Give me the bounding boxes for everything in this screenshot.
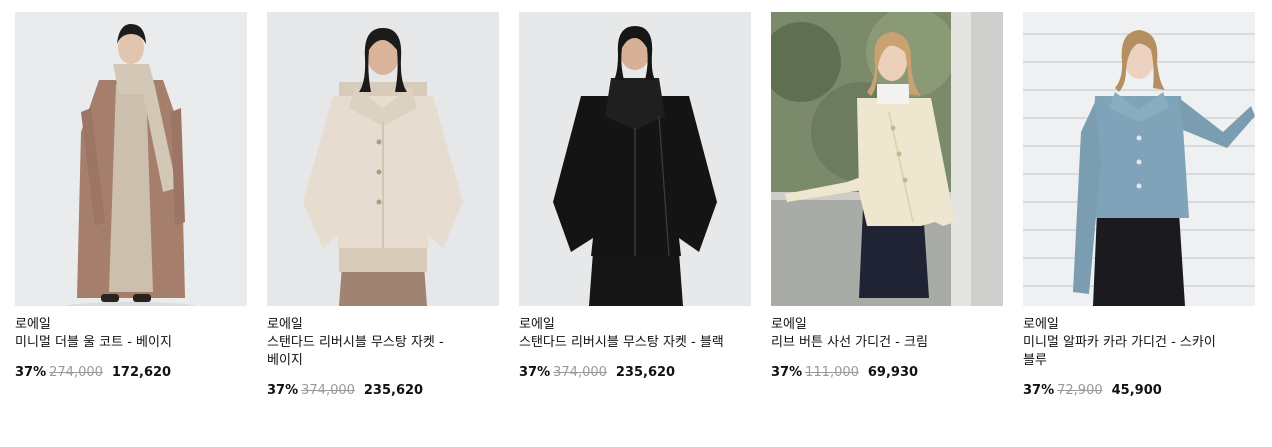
- product-image[interactable]: [267, 12, 499, 306]
- product-brand: 로에일: [15, 317, 51, 332]
- product-image[interactable]: [1023, 12, 1255, 306]
- original-price: 274,000: [49, 365, 103, 380]
- sale-price: 172,620: [111, 365, 172, 380]
- product-image[interactable]: [771, 12, 1003, 306]
- product-name[interactable]: 미니멀 더블 울 코트 - 베이지: [15, 334, 225, 352]
- product-price-row: 37% 72,900 45,900: [1023, 382, 1255, 400]
- sale-price: 235,620: [363, 383, 424, 398]
- product-photo-illustration: [519, 12, 751, 306]
- sale-price: 45,900: [1111, 383, 1162, 398]
- product-photo-illustration: [771, 12, 1003, 306]
- original-price: 374,000: [553, 365, 607, 380]
- product-brand: 로에일: [771, 317, 807, 332]
- sale-price: 69,930: [867, 365, 919, 380]
- product-price-row: 37% 274,000 172,620: [15, 364, 247, 382]
- product-name[interactable]: 스탠다드 리버시블 무스탕 자켓 - 베이지: [267, 334, 477, 370]
- product-card[interactable]: 로에일 스탠다드 리버시블 무스탕 자켓 - 블랙 37% 374,000 235,…: [519, 12, 751, 382]
- product-card[interactable]: 로에일 미니멀 알파카 카라 가디건 - 스카이 블루 37% 72,900 45,…: [1023, 12, 1255, 400]
- product-photo-illustration: [267, 12, 499, 306]
- product-image[interactable]: [15, 12, 247, 306]
- product-brand: 로에일: [267, 317, 303, 332]
- original-price: 111,000: [805, 365, 859, 380]
- discount-rate: 37%: [15, 365, 47, 380]
- discount-rate: 37%: [519, 365, 551, 380]
- product-image[interactable]: [519, 12, 751, 306]
- product-grid: 로에일 미니멀 더블 울 코트 - 베이지 37% 274,000 172,620: [0, 0, 1272, 447]
- product-card[interactable]: 로에일 미니멀 더블 울 코트 - 베이지 37% 274,000 172,620: [15, 12, 247, 382]
- product-price-row: 37% 374,000 235,620: [519, 364, 751, 382]
- product-photo-illustration: [15, 12, 247, 306]
- product-name[interactable]: 리브 버튼 사선 가디건 - 크림: [771, 334, 981, 352]
- product-name[interactable]: 미니멀 알파카 카라 가디건 - 스카이 블루: [1023, 334, 1233, 370]
- product-price-row: 37% 374,000 235,620: [267, 382, 499, 400]
- discount-rate: 37%: [1023, 383, 1055, 398]
- product-photo-illustration: [1023, 12, 1255, 306]
- discount-rate: 37%: [771, 365, 803, 380]
- discount-rate: 37%: [267, 383, 299, 398]
- product-brand: 로에일: [519, 317, 555, 332]
- sale-price: 235,620: [615, 365, 676, 380]
- product-brand: 로에일: [1023, 317, 1059, 332]
- original-price: 374,000: [301, 383, 355, 398]
- original-price: 72,900: [1057, 383, 1103, 398]
- product-card[interactable]: 로에일 리브 버튼 사선 가디건 - 크림 37% 111,000 69,930: [771, 12, 1003, 382]
- product-card[interactable]: 로에일 스탠다드 리버시블 무스탕 자켓 - 베이지 37% 374,000 235…: [267, 12, 499, 400]
- product-price-row: 37% 111,000 69,930: [771, 364, 1003, 382]
- product-name[interactable]: 스탠다드 리버시블 무스탕 자켓 - 블랙: [519, 334, 729, 352]
